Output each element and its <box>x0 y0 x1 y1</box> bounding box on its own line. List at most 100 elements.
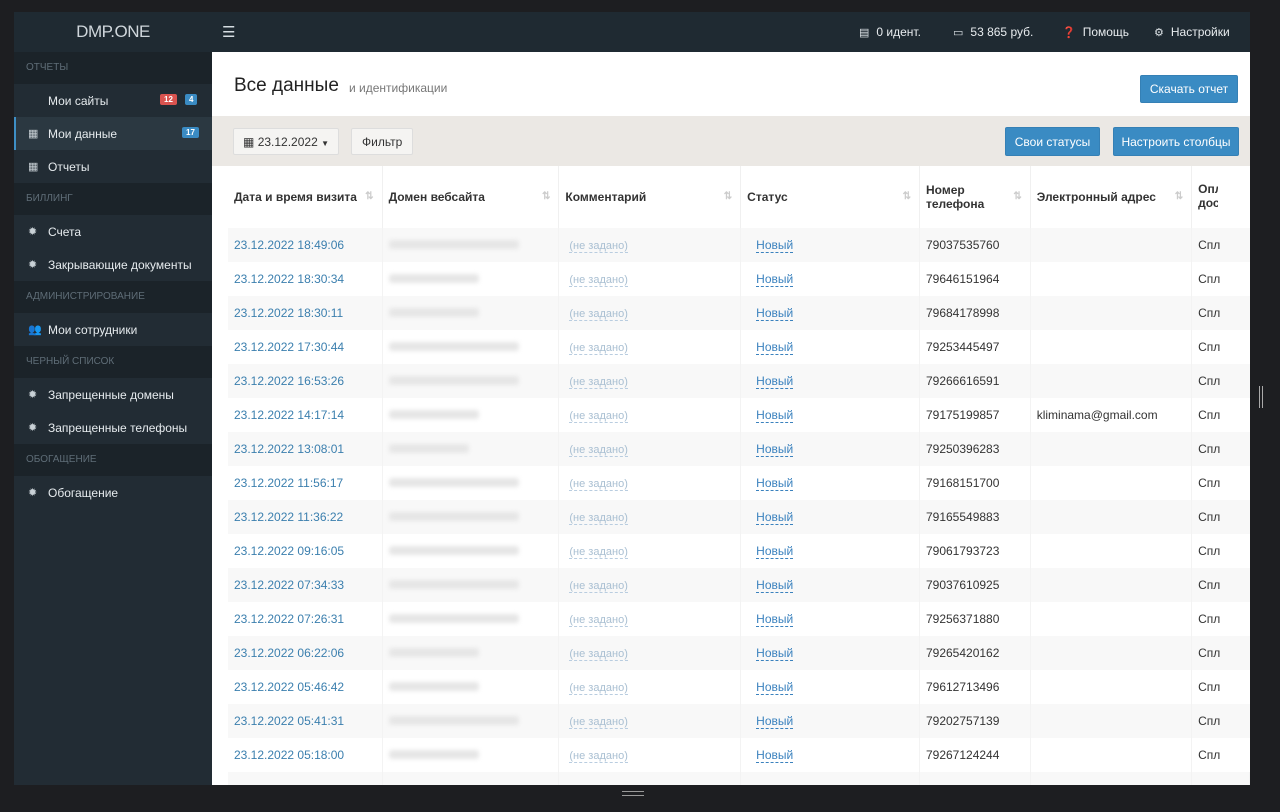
table-row[interactable]: 23.12.2022 13:08:01 (не задано) Новый 79… <box>228 432 1250 466</box>
table-row[interactable]: 23.12.2022 05:18:00 (не задано) Новый 79… <box>228 738 1250 772</box>
sidebar-item[interactable]: ✹ Запрещенные телефоны <box>14 411 212 444</box>
status-editable[interactable]: Новый <box>756 238 794 253</box>
column-header[interactable]: Дата и время визита ⇅ <box>228 166 383 228</box>
table-row[interactable]: 23.12.2022 16:53:26 (не задано) Новый 79… <box>228 364 1250 398</box>
table-row[interactable]: 23.12.2022 14:17:14 (не задано) Новый 79… <box>228 398 1250 432</box>
sidebar-item[interactable]: ✹ Запрещенные домены <box>14 378 212 411</box>
table-row[interactable]: 23.12.2022 18:30:11 (не задано) Новый 79… <box>228 296 1250 330</box>
column-header[interactable]: Статус ⇅ <box>740 166 920 228</box>
sort-icon[interactable]: ⇅ <box>1175 191 1183 202</box>
comment-editable[interactable]: (не задано) <box>569 376 628 389</box>
status-editable[interactable]: Новый <box>756 578 794 593</box>
status-editable[interactable]: Новый <box>756 340 794 355</box>
column-header[interactable]: Домен вебсайта ⇅ <box>382 166 560 228</box>
comment-editable[interactable]: (не задано) <box>569 410 628 423</box>
table-row[interactable]: 23.12.2022 06:22:06 (не задано) Новый 79… <box>228 636 1250 670</box>
table-row[interactable]: 23.12.2022 17:30:44 (не задано) Новый 79… <box>228 330 1250 364</box>
status-editable[interactable]: Новый <box>756 306 794 321</box>
status-editable[interactable]: Новый <box>756 374 794 389</box>
ident-counter[interactable]: ▤ 0 идент. <box>859 25 921 39</box>
comment-editable[interactable]: (не задано) <box>569 342 628 355</box>
balance[interactable]: ▭ 53 865 руб. <box>953 25 1033 39</box>
status-editable[interactable]: Новый <box>756 442 794 457</box>
sidebar-item[interactable]: ▦ Мои данные 17 <box>14 117 212 150</box>
visit-datetime-link[interactable]: 23.12.2022 18:30:11 <box>234 306 343 320</box>
sort-icon[interactable]: ⇅ <box>542 191 550 202</box>
visit-datetime-link[interactable]: 23.12.2022 17:30:44 <box>234 340 344 354</box>
visit-datetime-link[interactable]: 23.12.2022 05:46:42 <box>234 680 344 694</box>
table-row[interactable]: 23.12.2022 07:34:33 (не задано) Новый 79… <box>228 568 1250 602</box>
visit-datetime-link[interactable]: 23.12.2022 06:22:06 <box>234 646 344 660</box>
comment-editable[interactable]: (не задано) <box>569 308 628 321</box>
status-editable[interactable]: Новый <box>756 408 794 423</box>
visit-datetime-link[interactable]: 23.12.2022 09:16:05 <box>234 544 344 558</box>
comment-editable[interactable]: (не задано) <box>569 648 628 661</box>
sort-icon[interactable]: ⇅ <box>365 191 373 202</box>
column-header[interactable]: Опл дост <box>1192 166 1250 228</box>
status-editable[interactable]: Новый <box>756 272 794 287</box>
resize-handle-bottom[interactable] <box>622 791 644 796</box>
table-row[interactable]: 23.12.2022 09:16:05 (не задано) Новый 79… <box>228 534 1250 568</box>
logo[interactable]: DMP.ONE <box>14 12 212 52</box>
settings-link[interactable]: ⚙ Настройки <box>1154 25 1230 39</box>
visit-datetime-link[interactable]: 23.12.2022 18:49:06 <box>234 238 344 252</box>
table-row[interactable]: 23.12.2022 07:26:31 (не задано) Новый 79… <box>228 602 1250 636</box>
table-row[interactable]: 23.12.2022 18:30:34 (не задано) Новый 79… <box>228 262 1250 296</box>
table-row[interactable]: 23.12.2022 05:46:42 (не задано) Новый 79… <box>228 670 1250 704</box>
comment-editable[interactable]: (не задано) <box>569 716 628 729</box>
column-header[interactable]: Комментарий ⇅ <box>558 166 742 228</box>
status-editable[interactable]: Новый <box>756 544 794 559</box>
status-editable[interactable]: Новый <box>756 476 794 491</box>
visit-datetime-link[interactable]: 23.12.2022 18:30:34 <box>234 272 344 286</box>
column-header[interactable]: Номер телефона ⇅ <box>919 166 1031 228</box>
sidebar-item[interactable]: ✹ Счета <box>14 215 212 248</box>
visit-datetime-link[interactable]: 23.12.2022 11:56:17 <box>234 476 343 490</box>
visit-datetime-link[interactable]: 23.12.2022 05:18:00 <box>234 748 344 762</box>
status-editable[interactable]: Новый <box>756 612 794 627</box>
download-report-button[interactable]: Скачать отчет <box>1140 75 1238 103</box>
status-editable[interactable]: Новый <box>756 510 794 525</box>
sidebar-item[interactable]: ✹ Закрывающие документы <box>14 248 212 281</box>
table-row[interactable]: 23.12.2022 11:36:22 (не задано) Новый 79… <box>228 500 1250 534</box>
sidebar-item[interactable]: 👥 Мои сотрудники <box>14 313 212 346</box>
status-editable[interactable]: Новый <box>756 748 794 763</box>
comment-editable[interactable]: (не задано) <box>569 512 628 525</box>
comment-editable[interactable]: (не задано) <box>569 240 628 253</box>
comment-editable[interactable]: (не задано) <box>569 478 628 491</box>
status-editable[interactable]: Новый <box>756 714 794 729</box>
comment-editable[interactable]: (не задано) <box>569 682 628 695</box>
sidebar-item[interactable]: ▦ Отчеты <box>14 150 212 183</box>
sort-icon[interactable]: ⇅ <box>724 191 732 202</box>
status-editable[interactable]: Новый <box>756 680 794 695</box>
configure-columns-button[interactable]: Настроить столбцы <box>1113 127 1239 156</box>
custom-statuses-button[interactable]: Свои статусы <box>1005 127 1100 156</box>
visit-datetime-link[interactable]: 23.12.2022 05:41:31 <box>234 714 344 728</box>
visit-datetime-link[interactable]: 23.12.2022 11:36:22 <box>234 510 343 524</box>
column-header[interactable]: Электронный адрес ⇅ <box>1030 166 1193 228</box>
visit-datetime-link[interactable]: 23.12.2022 13:08:01 <box>234 442 344 456</box>
comment-editable[interactable]: (не задано) <box>569 580 628 593</box>
table-row[interactable]: 23.12.2022 18:49:06 (не задано) Новый 79… <box>228 228 1250 262</box>
comment-editable[interactable]: (не задано) <box>569 614 628 627</box>
visit-datetime-link[interactable]: 23.12.2022 14:17:14 <box>234 408 344 422</box>
visit-datetime-link[interactable]: 23.12.2022 16:53:26 <box>234 374 344 388</box>
table-row[interactable]: 23.12.2022 05:41:31 (не задано) Новый 79… <box>228 704 1250 738</box>
status-editable[interactable]: Новый <box>756 646 794 661</box>
visit-datetime-link[interactable]: 23.12.2022 07:26:31 <box>234 612 344 626</box>
comment-editable[interactable]: (не задано) <box>569 274 628 287</box>
sidebar-item[interactable]: ✹ Обогащение <box>14 476 212 509</box>
help-link[interactable]: ❓ Помощь <box>1062 25 1129 39</box>
comment-editable[interactable]: (не задано) <box>569 444 628 457</box>
filter-button[interactable]: Фильтр <box>351 128 414 155</box>
count-badge: 12 <box>160 94 177 105</box>
sort-icon[interactable]: ⇅ <box>903 191 911 202</box>
resize-handle-right[interactable] <box>1259 386 1263 408</box>
comment-editable[interactable]: (не задано) <box>569 546 628 559</box>
sort-icon[interactable]: ⇅ <box>1013 191 1021 202</box>
menu-toggle-icon[interactable]: ☰ <box>222 23 235 41</box>
date-picker[interactable]: ▦ 23.12.2022 ▼ <box>233 128 340 155</box>
table-row[interactable]: 23.12.2022 11:56:17 (не задано) Новый 79… <box>228 466 1250 500</box>
comment-editable[interactable]: (не задано) <box>569 750 628 763</box>
sidebar-item[interactable]: Мои сайты 12 4 <box>14 84 212 117</box>
visit-datetime-link[interactable]: 23.12.2022 07:34:33 <box>234 578 344 592</box>
